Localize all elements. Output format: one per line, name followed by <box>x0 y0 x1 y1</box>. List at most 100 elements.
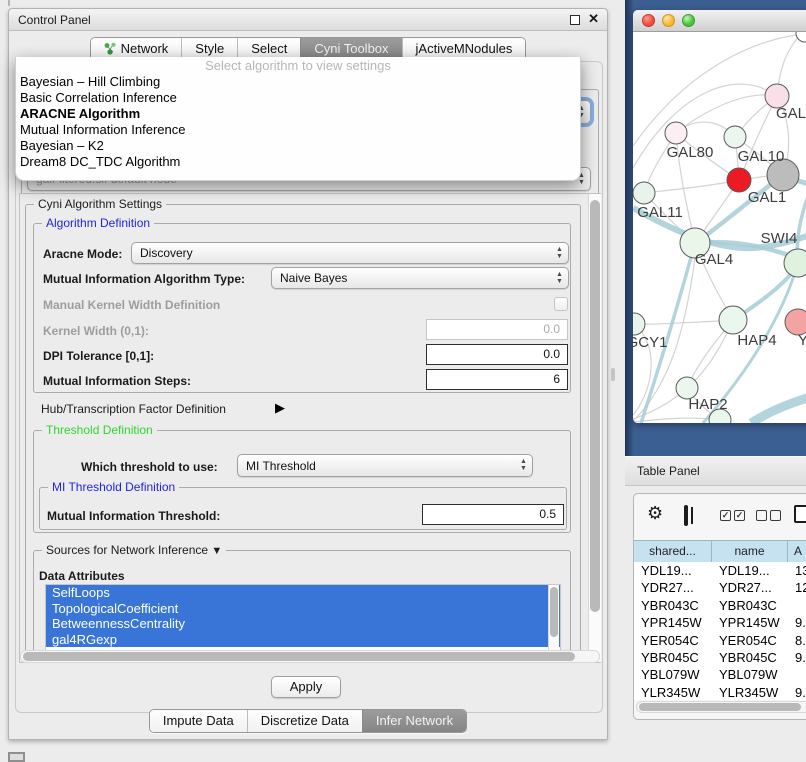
tab-impute-data[interactable]: Impute Data <box>150 710 247 732</box>
table-row[interactable]: YBR043CYBR043C <box>634 597 806 614</box>
table-cell[interactable]: YDR27... <box>712 579 788 596</box>
network-node-hap4[interactable] <box>719 306 747 334</box>
manual-kernel-checkbox[interactable] <box>554 297 568 311</box>
network-node-gal10[interactable] <box>724 126 746 148</box>
network-node-gcy1[interactable] <box>633 313 645 335</box>
select-all-columns-icon[interactable]: ✓✓ <box>720 510 745 521</box>
attribute-item-betweennesscentrality[interactable]: BetweennessCentrality <box>46 616 560 632</box>
mi-threshold-field[interactable]: 0.5 <box>422 504 564 525</box>
table-cell[interactable]: 8. <box>788 632 806 649</box>
table-row[interactable]: YER054CYER054C8. <box>634 632 806 649</box>
column-header-shared[interactable]: shared... <box>634 541 712 562</box>
table-cell[interactable] <box>788 597 806 614</box>
network-window-titlebar[interactable] <box>633 10 806 32</box>
attribute-item-gal4rgexp[interactable]: gal4RGexp <box>46 632 560 648</box>
horizontal-scrollbar-thumb[interactable] <box>23 652 575 661</box>
network-canvas[interactable]: GALGAL80GAL10GAL1GAL11GAL4SWI4GCY1HAP4YH… <box>633 32 806 423</box>
table-body[interactable]: YDL19...YDL19...13YDR27...YDR27...12YBR0… <box>634 562 806 700</box>
table-row[interactable]: YDR27...YDR27...12 <box>634 579 806 596</box>
table-cell[interactable]: YBR045C <box>634 649 712 666</box>
hub-definition-label[interactable]: Hub/Transcription Factor Definition <box>41 402 226 416</box>
table-cell[interactable]: YPR145W <box>634 614 712 631</box>
collapsed-arrow-icon[interactable]: ▶ <box>275 400 285 416</box>
network-node[interactable] <box>796 32 806 42</box>
minimize-traffic-light-icon[interactable] <box>662 14 675 27</box>
new-table-icon[interactable] <box>794 505 806 523</box>
table-cell[interactable]: YER054C <box>634 632 712 649</box>
expanded-arrow-icon[interactable]: ▼ <box>211 545 222 557</box>
table-cell[interactable]: YBR043C <box>712 597 788 614</box>
unselect-all-columns-icon[interactable] <box>756 510 781 521</box>
table-cell[interactable]: 13 <box>788 562 806 579</box>
aracne-mode-label: Aracne Mode: <box>43 247 122 261</box>
attr-list-scrollbar-thumb[interactable] <box>550 587 558 637</box>
control-panel-titlebar[interactable]: Control Panel ✕ <box>9 9 607 31</box>
table-cell[interactable]: YBL079W <box>712 666 788 683</box>
table-cell[interactable]: YER054C <box>712 632 788 649</box>
node-label-gal11: GAL11 <box>637 204 683 221</box>
table-cell[interactable]: YDR27... <box>634 579 712 596</box>
table-cell[interactable]: YLR345W <box>634 684 712 700</box>
table-cell[interactable]: YDL19... <box>712 562 788 579</box>
dpi-tolerance-field[interactable]: 0.0 <box>426 344 568 365</box>
gear-icon[interactable]: ⚙ <box>647 503 663 524</box>
column-header-name[interactable]: name <box>712 541 788 562</box>
close-icon[interactable]: ✕ <box>588 11 599 27</box>
table-cell[interactable]: 9. <box>788 684 806 700</box>
attr-list-scrollbar[interactable] <box>548 585 559 654</box>
vertical-scrollbar-thumb[interactable] <box>590 200 600 612</box>
table-cell[interactable]: 9. <box>788 614 806 631</box>
split-columns-icon[interactable] <box>684 505 688 526</box>
table-cell[interactable]: YPR145W <box>712 614 788 631</box>
zoom-traffic-light-icon[interactable] <box>682 14 695 27</box>
apply-button[interactable]: Apply <box>271 676 341 698</box>
network-graph[interactable]: GALGAL80GAL10GAL1GAL11GAL4SWI4GCY1HAP4YH… <box>633 32 806 423</box>
aracne-mode-combo[interactable]: Discovery ▲▼ <box>131 242 569 264</box>
close-traffic-light-icon[interactable] <box>642 14 655 27</box>
table-row[interactable]: YDL19...YDL19...13 <box>634 562 806 579</box>
tab-infer-network[interactable]: Infer Network <box>362 710 466 732</box>
network-node-gal80[interactable] <box>665 122 687 144</box>
network-edge[interactable] <box>634 321 719 324</box>
mi-type-combo[interactable]: Naive Bayes ▲▼ <box>271 267 569 289</box>
horizontal-scrollbar[interactable] <box>20 650 600 663</box>
table-row[interactable]: YLR345WYLR345W9. <box>634 684 806 700</box>
table-cell[interactable] <box>788 666 806 683</box>
algorithm-option-mutual-information-inference[interactable]: Mutual Information Inference <box>16 122 580 138</box>
table-cell[interactable]: YBR045C <box>712 649 788 666</box>
panel-splitter-grip[interactable] <box>611 368 615 381</box>
table-row[interactable]: YBL079WYBL079W <box>634 666 806 683</box>
algorithm-option-bayesian-hill-climbing[interactable]: Bayesian – Hill Climbing <box>16 74 580 90</box>
attribute-item-selfloops[interactable]: SelfLoops <box>46 585 560 601</box>
algorithm-option-basic-correlation-inference[interactable]: Basic Correlation Inference <box>16 90 580 106</box>
table-cell[interactable]: YBR043C <box>634 597 712 614</box>
float-window-icon[interactable] <box>570 15 580 25</box>
network-node-gal11[interactable] <box>633 182 655 204</box>
collapsed-panel-icon[interactable] <box>8 752 25 762</box>
algorithm-option-aracne-algorithm[interactable]: ARACNE Algorithm <box>16 106 580 122</box>
table-panel-titlebar[interactable]: Table Panel <box>625 456 806 486</box>
table-cell[interactable]: YDL19... <box>634 562 712 579</box>
network-edge[interactable] <box>751 396 806 423</box>
algorithm-option-dream8-dc-tdc-algorithm[interactable]: Dream8 DC_TDC Algorithm <box>16 154 580 170</box>
column-header-a[interactable]: A <box>788 541 806 562</box>
table-hscrollbar-thumb[interactable] <box>639 703 801 711</box>
mi-steps-field[interactable]: 6 <box>426 369 568 390</box>
table-horizontal-scrollbar[interactable] <box>636 701 806 713</box>
vertical-scrollbar[interactable] <box>588 194 601 662</box>
which-threshold-combo[interactable]: MI Threshold ▲▼ <box>237 454 533 477</box>
algorithm-option-bayesian-k2[interactable]: Bayesian – K2 <box>16 138 580 154</box>
data-attributes-list[interactable]: SelfLoopsTopologicalCoefficientBetweenne… <box>45 584 561 655</box>
table-row[interactable]: YBR045CYBR045C9. <box>634 649 806 666</box>
network-window[interactable]: GALGAL80GAL10GAL1GAL11GAL4SWI4GCY1HAP4YH… <box>633 10 806 423</box>
network-edge[interactable] <box>644 180 739 193</box>
attribute-item-topologicalcoefficient[interactable]: TopologicalCoefficient <box>46 601 560 617</box>
table-cell[interactable]: YBL079W <box>634 666 712 683</box>
table-cell[interactable]: 9. <box>788 649 806 666</box>
table-header[interactable]: shared...nameA <box>634 540 806 563</box>
kernel-width-field[interactable]: 0.0 <box>426 319 568 340</box>
table-cell[interactable]: YLR345W <box>712 684 788 700</box>
table-cell[interactable]: 12 <box>788 579 806 596</box>
tab-discretize-data[interactable]: Discretize Data <box>247 710 362 732</box>
table-row[interactable]: YPR145WYPR145W9. <box>634 614 806 631</box>
